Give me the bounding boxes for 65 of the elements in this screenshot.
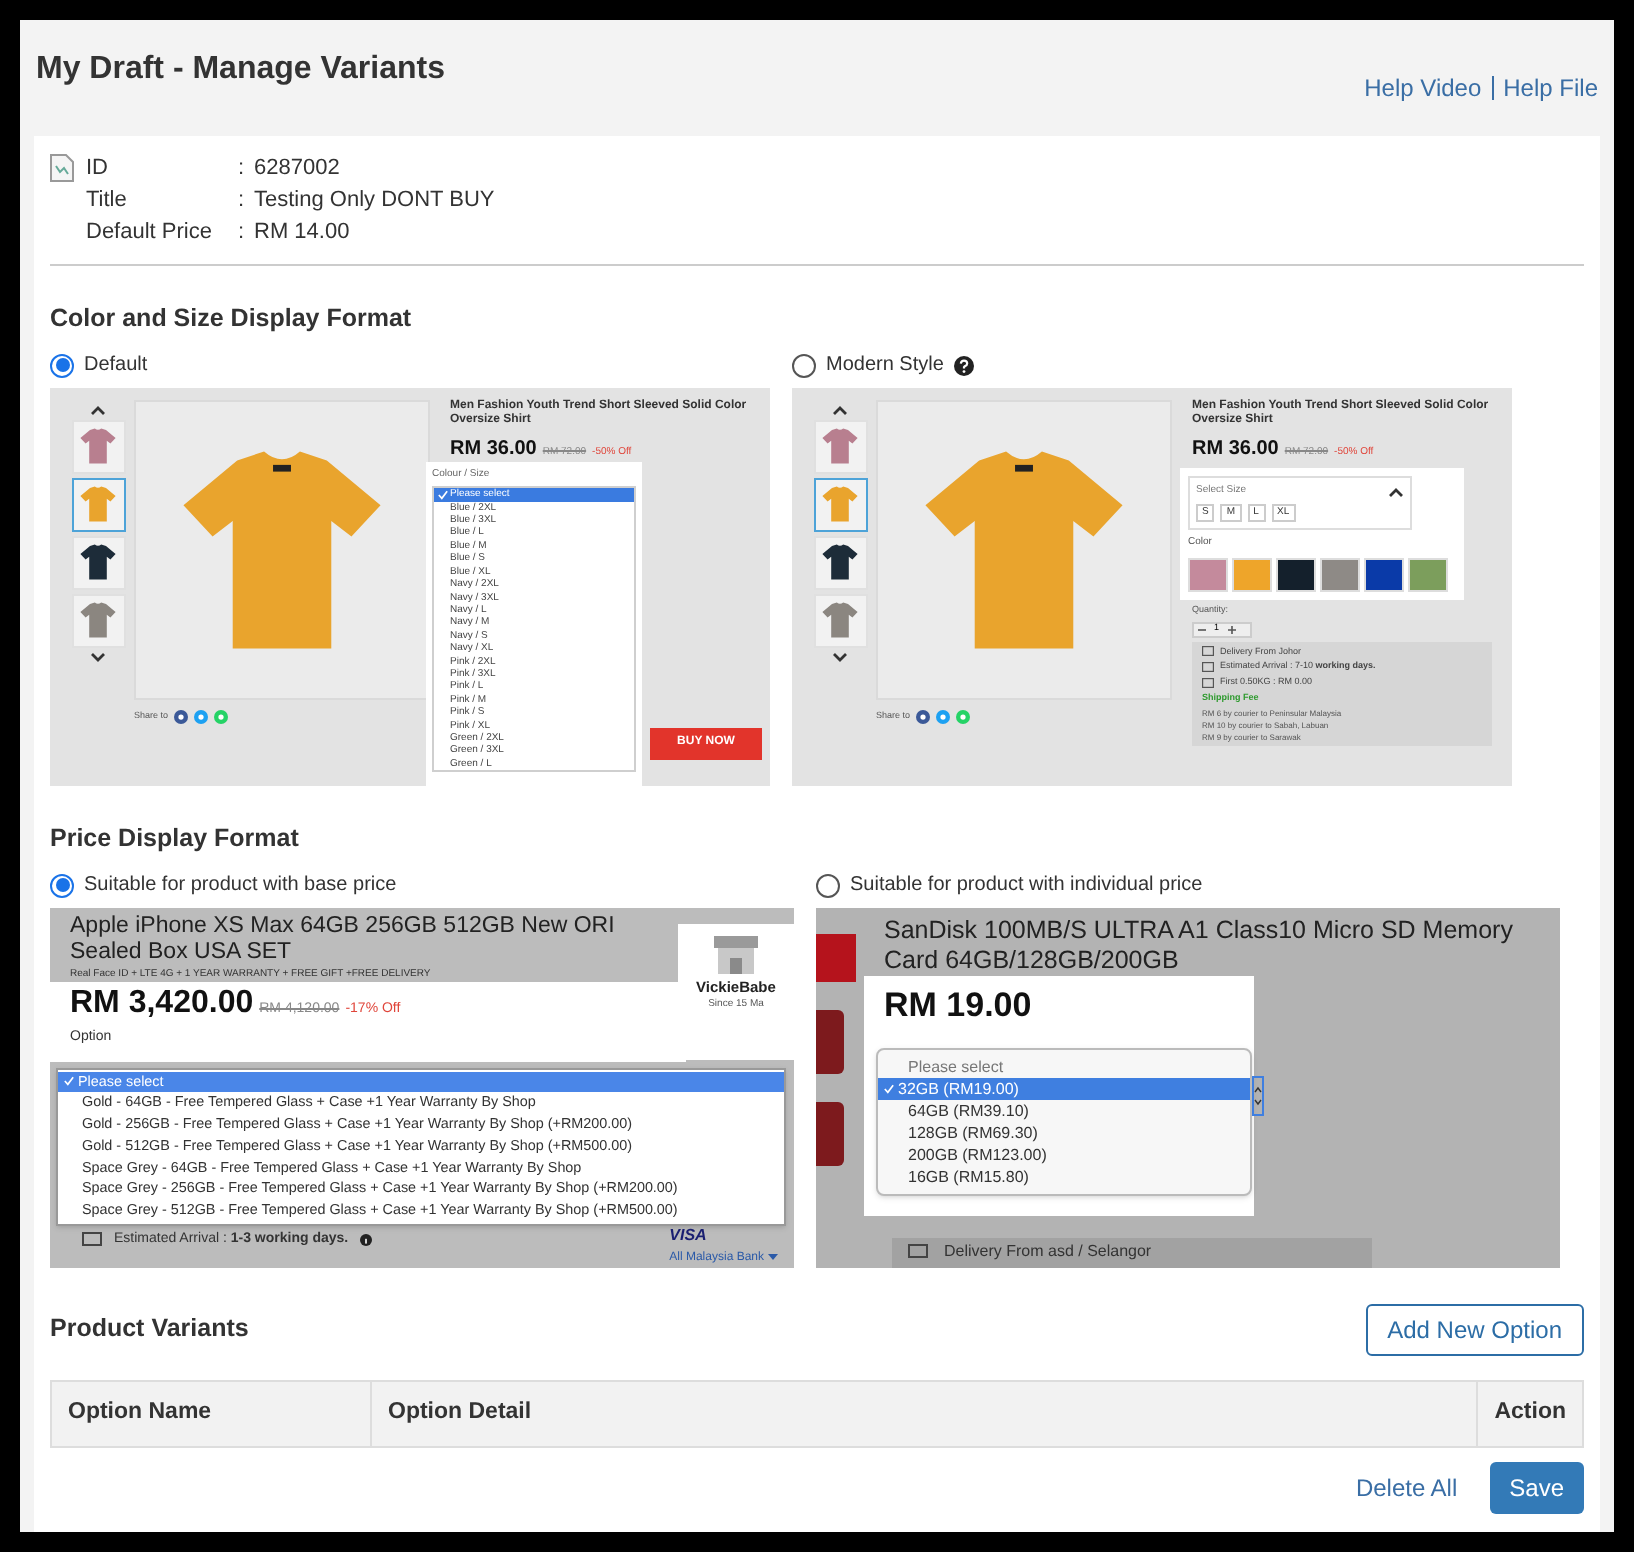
delete-all-link[interactable]: Delete All bbox=[1355, 1469, 1458, 1505]
dropdown-option[interactable]: 128GB (RM69.30) bbox=[878, 1121, 1250, 1143]
field-value: Testing Only DONT BUY bbox=[254, 186, 495, 214]
check-icon bbox=[884, 1083, 894, 1093]
field-separator: : bbox=[238, 154, 247, 182]
save-button[interactable]: Save bbox=[1489, 1461, 1584, 1513]
help-link[interactable]: Help File bbox=[1503, 70, 1598, 106]
add-option-button[interactable]: Add New Option bbox=[1365, 1303, 1584, 1355]
field-label: Title bbox=[86, 186, 129, 214]
color-swatch[interactable] bbox=[1320, 557, 1360, 592]
chevron-up-icon[interactable] bbox=[832, 403, 848, 416]
check-icon bbox=[438, 489, 448, 500]
color-swatch[interactable] bbox=[1364, 557, 1404, 592]
help-link[interactable]: Help Video bbox=[1364, 70, 1482, 106]
radio-button[interactable] bbox=[792, 353, 816, 378]
delivery-info: Delivery From asd / Selangor bbox=[944, 1240, 1152, 1264]
option-label: Suitable for product with individual price bbox=[850, 872, 1203, 900]
product-title: Apple iPhone XS Max 64GB 256GB 512GB New ORI Sealed Box USA SET bbox=[70, 913, 617, 965]
section-heading: Product Variants bbox=[50, 1312, 249, 1347]
check-icon bbox=[64, 1076, 74, 1087]
field-label: ID bbox=[86, 154, 110, 182]
option-label: Modern Style bbox=[826, 352, 944, 381]
select-arrows-icon[interactable] bbox=[1252, 1075, 1264, 1115]
card-brand: VISA bbox=[669, 1223, 707, 1247]
price: RM 3,420.00 bbox=[70, 986, 254, 1022]
field-value: 6287002 bbox=[254, 154, 342, 182]
price: RM 19.00 bbox=[884, 985, 1032, 1023]
info-icon bbox=[360, 1233, 373, 1246]
chevron-up-icon[interactable] bbox=[1388, 485, 1404, 497]
store-icon bbox=[710, 931, 762, 975]
dropdown-option[interactable]: 64GB (RM39.10) bbox=[878, 1099, 1250, 1121]
column-header: Action bbox=[1477, 1380, 1583, 1446]
section-heading: Price Display Format bbox=[50, 821, 301, 856]
color-swatch[interactable] bbox=[1408, 557, 1448, 592]
plus-icon[interactable] bbox=[1227, 625, 1236, 633]
help-icon[interactable] bbox=[953, 355, 974, 376]
dropdown-option[interactable]: 16GB (RM15.80) bbox=[878, 1165, 1250, 1187]
column-header: Option Name bbox=[51, 1380, 371, 1446]
radio-button[interactable] bbox=[816, 873, 840, 897]
field-separator: : bbox=[238, 218, 247, 246]
option-label: Suitable for product with base price bbox=[84, 872, 397, 900]
color-swatch[interactable] bbox=[1232, 557, 1272, 592]
chevron-down-icon[interactable] bbox=[90, 651, 106, 664]
chevron-down-icon[interactable] bbox=[832, 651, 848, 664]
field-value: RM 14.00 bbox=[254, 218, 352, 246]
dropdown-option: Please select bbox=[878, 1055, 1250, 1077]
radio-button[interactable] bbox=[50, 873, 74, 897]
color-swatch[interactable] bbox=[1276, 557, 1316, 592]
chevron-up-icon[interactable] bbox=[90, 403, 106, 416]
section-heading: Color and Size Display Format bbox=[50, 302, 414, 336]
broken-image-icon bbox=[50, 154, 74, 182]
price: RM 36.00 bbox=[450, 435, 537, 464]
dropdown-option[interactable]: 32GB (RM19.00) bbox=[878, 1077, 1250, 1099]
field-label: Default Price bbox=[86, 218, 214, 246]
color-swatch[interactable] bbox=[1188, 557, 1228, 592]
page-title: My Draft - Manage Variants bbox=[36, 50, 445, 90]
product-title: SanDisk 100MB/S ULTRA A1 Class10 Micro SD Memory Card 64GB/128GB/200GB bbox=[884, 915, 1515, 975]
radio-button[interactable] bbox=[50, 353, 74, 378]
column-header: Option Detail bbox=[371, 1380, 1478, 1446]
price: RM 36.00 bbox=[1192, 435, 1279, 464]
minus-icon[interactable] bbox=[1198, 625, 1206, 633]
field-separator: : bbox=[238, 186, 247, 214]
caret-icon bbox=[768, 1254, 778, 1262]
dropdown-option[interactable]: 200GB (RM123.00) bbox=[878, 1143, 1250, 1165]
option-label: Default bbox=[84, 352, 148, 381]
